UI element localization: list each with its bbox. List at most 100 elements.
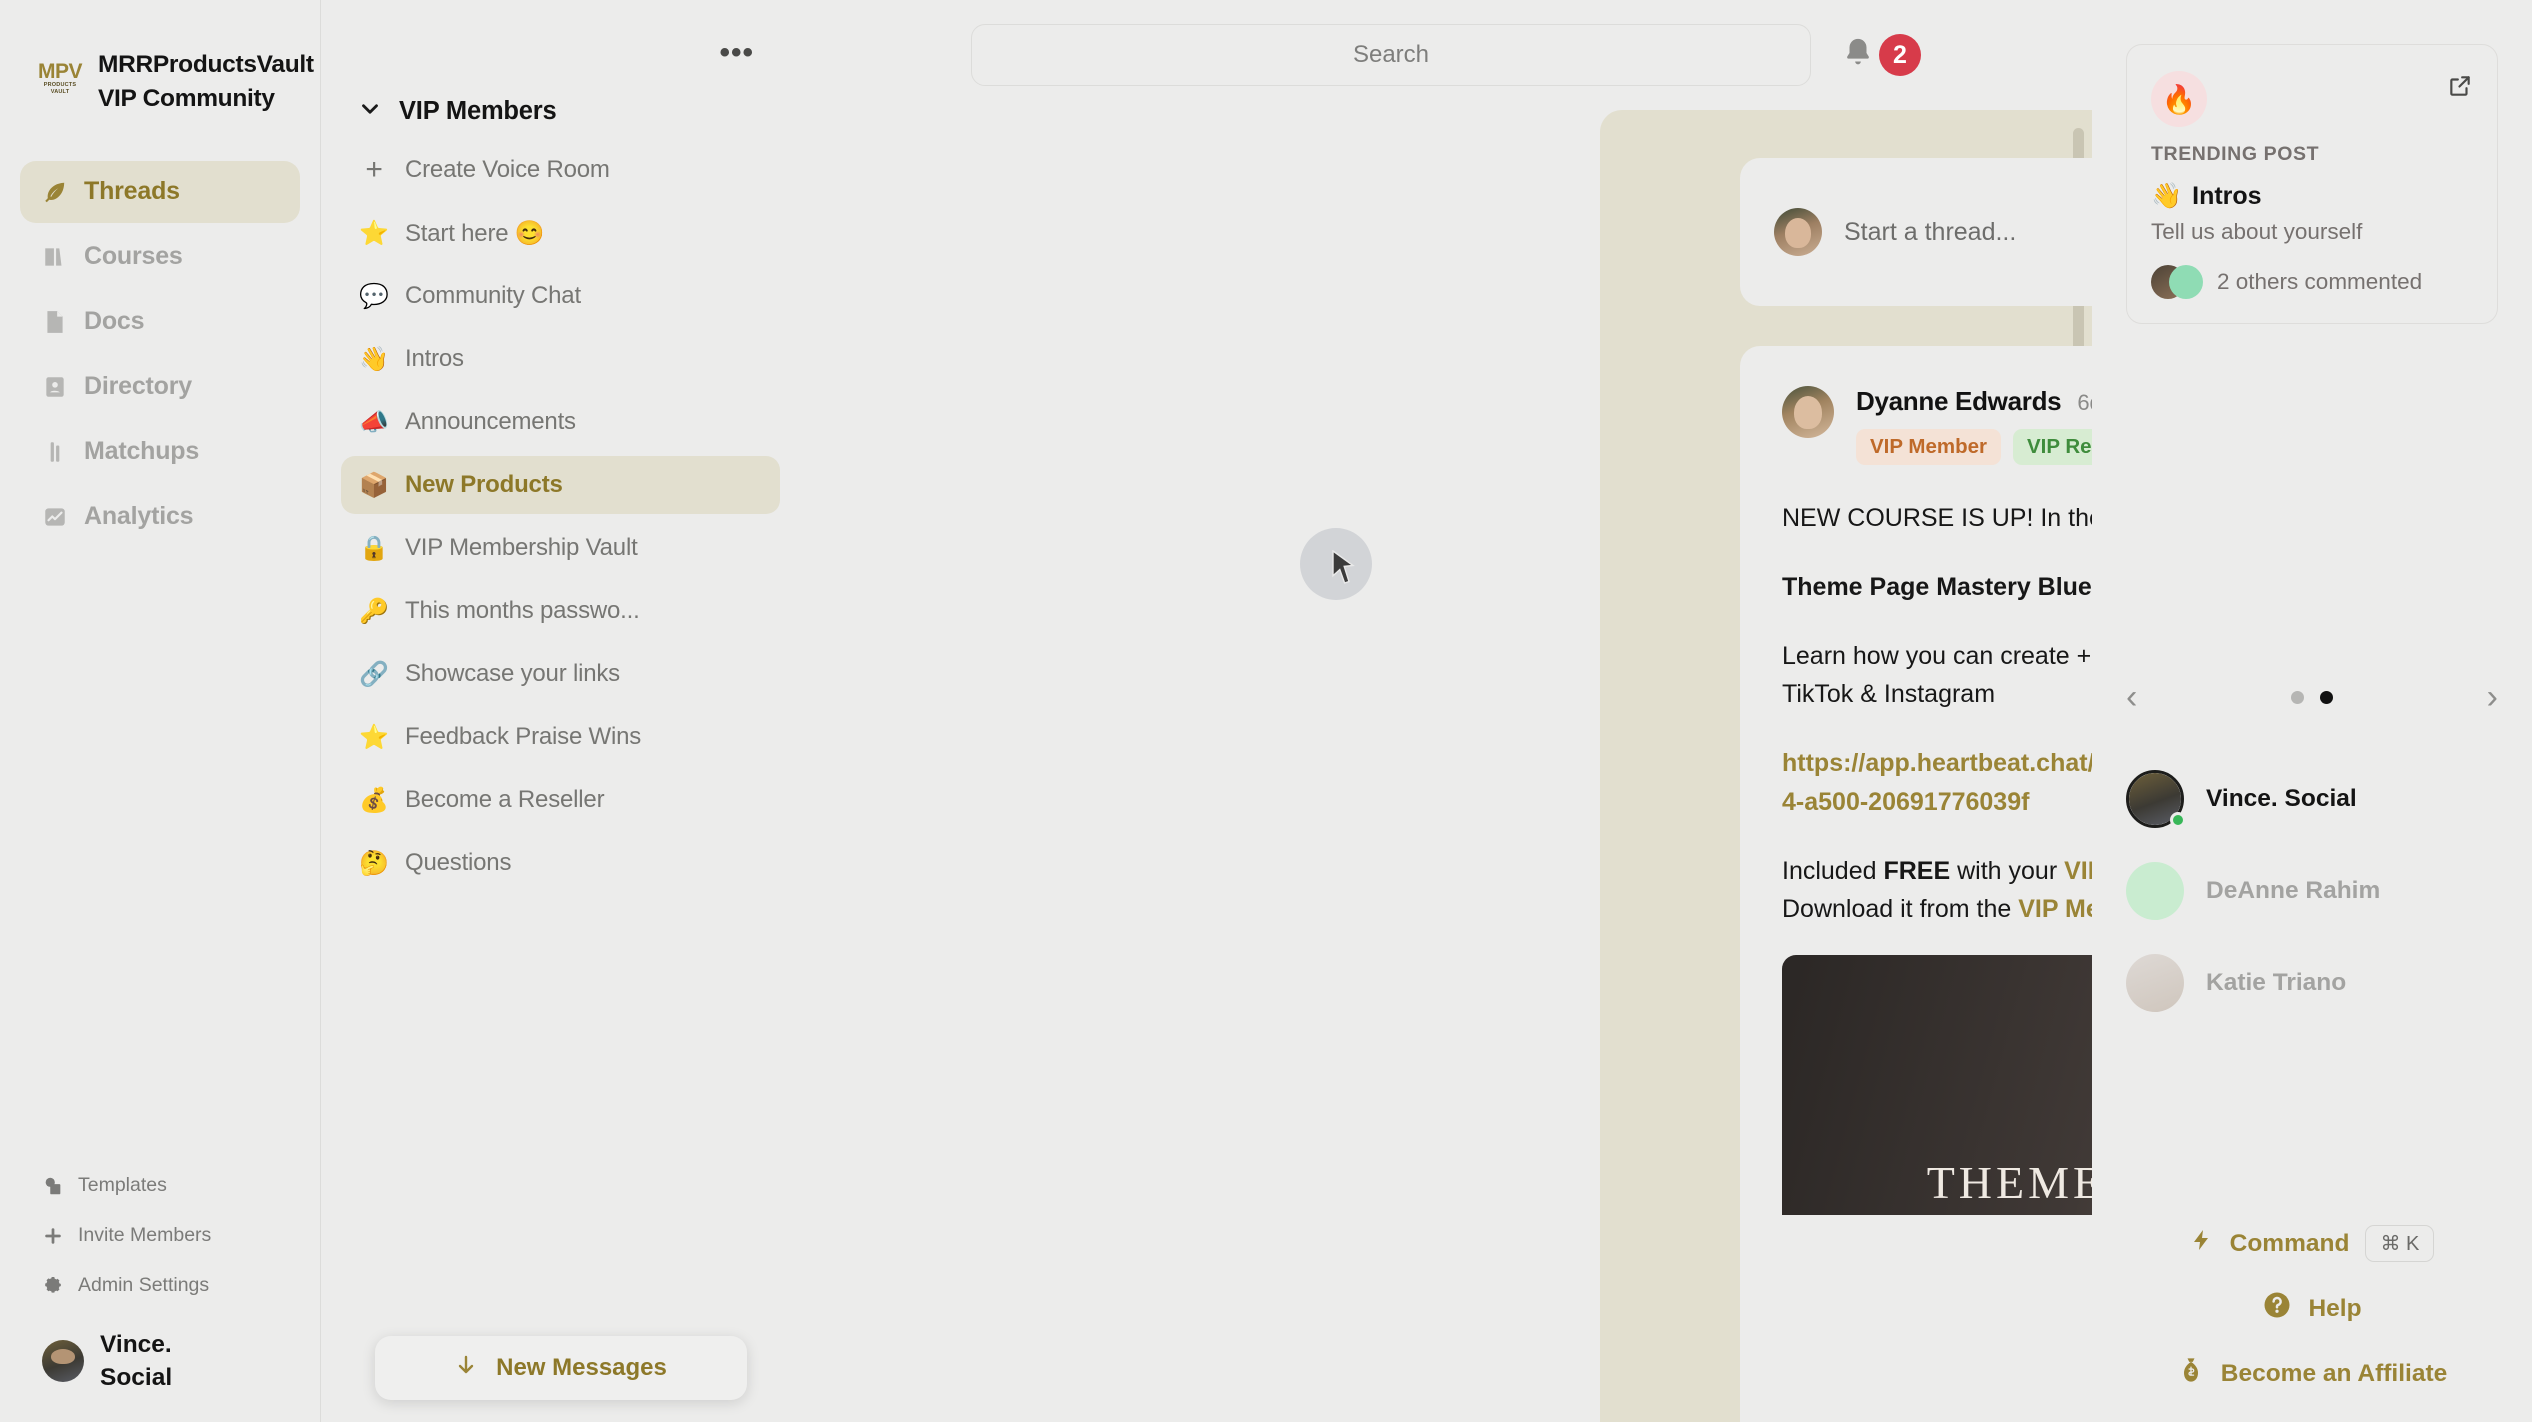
help-button[interactable]: Help (2126, 1290, 2498, 1327)
current-user-row[interactable]: Vince. Social (20, 1314, 300, 1404)
channel-options-button[interactable]: ••• (719, 38, 754, 68)
post-tags: VIP Member VIP Reseller (1856, 429, 2092, 465)
sidebar-item-analytics[interactable]: Analytics (20, 486, 300, 548)
channel-item-new-products[interactable]: 📦 New Products (341, 456, 780, 514)
right-panel-actions: Command ⌘ K Help Become an Affiliate (2126, 1225, 2498, 1392)
status-badge-vip-member: VIP Member (1856, 429, 2001, 465)
gear-icon (42, 1275, 64, 1297)
post-image[interactable]: THEME PAGE MASTERY (1782, 955, 2092, 1215)
channel-item-announcements[interactable]: 📣 Announcements (341, 393, 780, 451)
channel-item-this-months-password[interactable]: 🔑 This months passwo... (341, 582, 780, 640)
workspace-logo: MPV PRODUCTS VAULT (38, 56, 83, 100)
member-list: Vince. Social DeAnne Rahim Katie Triano (2126, 770, 2498, 1012)
post-course-link[interactable]: https://app.heartbeat.chat/mrrproductsva… (1782, 744, 2092, 822)
cursor-halo (1300, 528, 1372, 600)
carousel-dot[interactable] (2291, 690, 2304, 704)
sidebar-item-label: Docs (84, 307, 145, 336)
sidebar-item-directory[interactable]: Directory (20, 356, 300, 418)
affiliate-label: Become an Affiliate (2220, 1359, 2448, 1387)
trending-post-card[interactable]: 🔥 TRENDING POST 👋 Intros Tell us about y… (2126, 44, 2498, 324)
sidebar-item-courses[interactable]: Courses (20, 226, 300, 288)
channel-list: + Create Voice Room ⭐ Start here 😊 💬 Com… (321, 141, 800, 892)
channel-item-become-a-reseller[interactable]: 💰 Become a Reseller (341, 771, 780, 829)
channel-item-vip-membership-vault[interactable]: 🔒 VIP Membership Vault (341, 519, 780, 577)
member-row-katie[interactable]: Katie Triano (2126, 954, 2498, 1012)
new-messages-button[interactable]: New Messages (374, 1336, 747, 1400)
command-button[interactable]: Command ⌘ K (2126, 1225, 2498, 1262)
channel-label: This months passwo... (405, 597, 640, 624)
primary-sidebar: MPV PRODUCTS VAULT MRRProductsVault VIP … (0, 0, 320, 1422)
chevron-down-icon (357, 96, 383, 127)
thread-composer[interactable]: Start a thread... (1740, 158, 2092, 306)
brand[interactable]: MPV PRODUCTS VAULT MRRProductsVault VIP … (0, 48, 320, 117)
channel-item-showcase-your-links[interactable]: 🔗 Showcase your links (341, 645, 780, 703)
post-included-prefix: Included (1782, 856, 1884, 885)
channel-label: Announcements (405, 408, 576, 435)
member-row-deanne[interactable]: DeAnne Rahim (2126, 862, 2498, 920)
create-voice-room-button[interactable]: + Create Voice Room (341, 141, 780, 199)
channel-item-community-chat[interactable]: 💬 Community Chat (341, 267, 780, 325)
avatar[interactable] (1782, 386, 1834, 438)
channel-label: Feedback Praise Wins (405, 723, 642, 750)
channel-item-feedback-praise-wins[interactable]: ⭐ Feedback Praise Wins (341, 708, 780, 766)
post-meta: Dyanne Edwards 6d ago Seen by 12 (1856, 386, 2092, 417)
mouse-cursor (1331, 549, 1357, 589)
post-header: Dyanne Edwards 6d ago Seen by 12 VIP Mem… (1740, 386, 2092, 465)
workspace-name: MRRProductsVault VIP Community (98, 48, 314, 117)
avatar (2126, 770, 2186, 828)
waving-hand-icon: 👋 (2151, 182, 2183, 210)
help-icon (2262, 1290, 2292, 1327)
contacts-icon (42, 374, 68, 400)
star-icon: ⭐ (359, 219, 389, 247)
document-icon (42, 309, 68, 335)
waving-hand-icon: 👋 (359, 345, 389, 373)
channel-label: Start here 😊 (405, 219, 545, 247)
notification-badge: 2 (1879, 34, 1921, 76)
post-vip-membership-link[interactable]: VIP Membership (2064, 857, 2092, 885)
trending-commented-count: 2 others commented (2217, 269, 2423, 294)
carousel-next-button[interactable]: › (2487, 680, 2498, 714)
package-icon: 📦 (359, 471, 389, 499)
current-user-name: Vince. Social (100, 1328, 172, 1394)
command-shortcut: ⌘ K (2365, 1225, 2435, 1262)
trending-title-row: 👋 Intros (2151, 182, 2473, 211)
channel-item-questions[interactable]: 🤔 Questions (341, 834, 780, 892)
notifications-button[interactable]: 2 (1841, 34, 1921, 76)
carousel-prev-button[interactable]: ‹ (2126, 680, 2137, 714)
logo-subtext: PRODUCTS VAULT (43, 82, 77, 95)
avatar (2126, 862, 2184, 920)
workspace-name-line2: VIP Community (98, 85, 275, 113)
trending-label: TRENDING POST (2151, 143, 2320, 165)
sidebar-item-invite-members[interactable]: Invite Members (20, 1214, 300, 1258)
sidebar-item-admin-settings[interactable]: Admin Settings (20, 1264, 300, 1308)
become-affiliate-button[interactable]: Become an Affiliate (2126, 1355, 2498, 1392)
channel-item-intros[interactable]: 👋 Intros (341, 330, 780, 388)
plus-icon: + (365, 153, 383, 186)
composer-placeholder: Start a thread... (1844, 217, 2017, 246)
sidebar-item-threads[interactable]: Threads (20, 160, 300, 223)
online-status-dot (2170, 812, 2186, 828)
member-row-vince[interactable]: Vince. Social (2126, 770, 2498, 828)
post-author[interactable]: Dyanne Edwards (1856, 386, 2062, 417)
avatar (1774, 208, 1822, 256)
search-input[interactable]: Search (971, 24, 1811, 86)
plus-icon (42, 1225, 64, 1247)
sidebar-item-templates[interactable]: Templates (20, 1164, 300, 1208)
carousel-dot-active[interactable] (2320, 690, 2333, 704)
member-name: DeAnne Rahim (2206, 877, 2381, 904)
external-link-icon[interactable] (2447, 73, 2473, 104)
primary-nav: Threads Courses Docs Directory Matchups … (0, 160, 320, 548)
sidebar-item-label: Matchups (84, 437, 200, 466)
bolt-icon (2190, 1226, 2214, 1261)
channel-label: Become a Reseller (405, 786, 605, 813)
bell-icon (1841, 36, 1875, 75)
command-label: Command (2229, 1229, 2350, 1257)
sidebar-item-docs[interactable]: Docs (20, 291, 300, 353)
post-timestamp: 6d ago (2077, 390, 2092, 415)
channel-label: Intros (405, 345, 464, 372)
post-vault-link[interactable]: VIP Membership Vault (2018, 895, 2092, 923)
channel-item-start-here[interactable]: ⭐ Start here 😊 (341, 204, 780, 262)
star-icon: ⭐ (359, 723, 389, 751)
post-included-mid: with your (1950, 856, 2065, 885)
sidebar-item-matchups[interactable]: Matchups (20, 421, 300, 483)
